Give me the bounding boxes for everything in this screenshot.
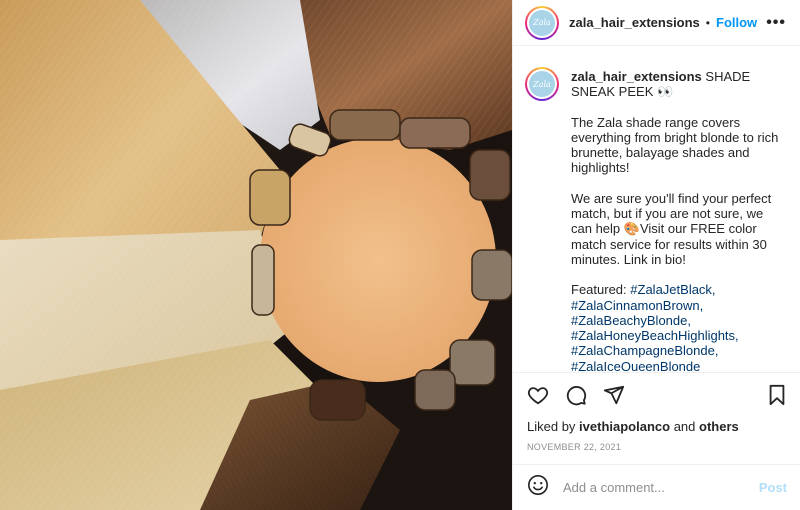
- hashtag[interactable]: #ZalaBeachyBlonde,: [571, 313, 691, 328]
- comment-input[interactable]: [563, 480, 759, 495]
- hashtag[interactable]: #ZalaHoneyBeachHighlights,: [571, 328, 739, 343]
- comment-icon[interactable]: [565, 384, 587, 406]
- heart-icon[interactable]: [527, 384, 549, 406]
- caption-text: zala_hair_extensions SHADE SNEAK PEEK 👀 …: [571, 67, 787, 371]
- featured-block: Featured: #ZalaJetBlack, #ZalaCinnamonBr…: [571, 282, 787, 371]
- caption-section: Zala zala_hair_extensions SHADE SNEAK PE…: [513, 47, 800, 371]
- featured-label: Featured:: [571, 282, 627, 298]
- caption-username[interactable]: zala_hair_extensions: [571, 69, 702, 84]
- more-options-icon[interactable]: •••: [766, 14, 786, 32]
- hashtag[interactable]: #ZalaChampagneBlonde,: [571, 343, 718, 358]
- caption-paragraph-1: The Zala shade range covers everything f…: [571, 114, 779, 176]
- likes-line: Liked by ivethiapolanco and others: [527, 419, 739, 434]
- smiley-icon[interactable]: [527, 474, 549, 501]
- hashtag[interactable]: #ZalaCinnamonBrown,: [571, 298, 703, 313]
- hair-extensions-image: [0, 0, 512, 510]
- caption-avatar-logo: Zala: [529, 71, 555, 97]
- comment-box: Post: [513, 464, 800, 510]
- hashtag[interactable]: #ZalaIceQueenBlonde: [571, 359, 700, 371]
- caption-paragraph-2: We are sure you'll find your perfect mat…: [571, 190, 772, 267]
- likes-others-link[interactable]: others: [699, 419, 739, 434]
- post-header: Zala zala_hair_extensions • Follow •••: [513, 0, 800, 46]
- caption-avatar[interactable]: Zala: [525, 67, 559, 101]
- follow-button[interactable]: Follow: [716, 15, 757, 30]
- hashtag[interactable]: #ZalaJetBlack,: [630, 282, 715, 297]
- post-button[interactable]: Post: [759, 480, 787, 495]
- header-username[interactable]: zala_hair_extensions: [569, 15, 700, 30]
- action-icons: [513, 373, 800, 417]
- post-date: NOVEMBER 22, 2021: [527, 442, 622, 452]
- share-icon[interactable]: [603, 384, 625, 406]
- avatar[interactable]: Zala: [525, 5, 559, 40]
- bookmark-icon[interactable]: [767, 384, 787, 406]
- separator-dot: •: [705, 15, 710, 30]
- post-photo[interactable]: [0, 0, 512, 510]
- liked-by-user[interactable]: ivethiapolanco: [579, 419, 670, 434]
- post-side-panel: Zala zala_hair_extensions • Follow ••• Z…: [512, 0, 800, 510]
- avatar-logo: Zala: [529, 9, 555, 36]
